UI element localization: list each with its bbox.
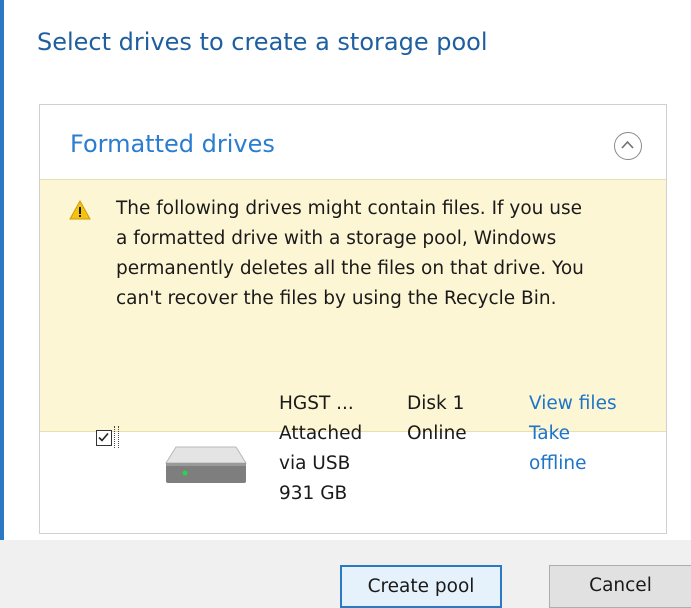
- warning-line: can't recover the files by using the Rec…: [116, 288, 557, 309]
- warning-message: The following drives might contain files…: [116, 194, 656, 314]
- dialog-title: Select drives to create a storage pool: [37, 28, 488, 56]
- drive-name: HGST ...: [279, 393, 354, 414]
- disk-number: Disk 1: [407, 393, 465, 414]
- warning-line: permanently deletes all the files on tha…: [116, 258, 584, 279]
- storage-pool-dialog: Select drives to create a storage pool F…: [0, 0, 691, 608]
- section-header[interactable]: Formatted drives: [40, 105, 666, 179]
- warning-line: The following drives might contain files…: [116, 198, 583, 219]
- section-title: Formatted drives: [70, 130, 275, 158]
- warning-triangle-icon: [69, 199, 91, 224]
- take-offline-line: Take: [529, 423, 571, 444]
- take-offline-line: offline: [529, 453, 587, 474]
- warning-line: a formatted drive with a storage pool, W…: [116, 228, 557, 249]
- drive-connection: Attached: [279, 423, 363, 444]
- actions-column: View files Take offline: [529, 389, 617, 479]
- window-border: [0, 0, 4, 608]
- drive-checkbox[interactable]: [96, 430, 112, 446]
- cancel-button[interactable]: Cancel: [549, 565, 691, 608]
- drive-connection: via USB: [279, 453, 351, 474]
- drive-size: 931 GB: [279, 483, 348, 504]
- hard-drive-icon: [162, 443, 250, 491]
- take-offline-link[interactable]: Take offline: [529, 419, 617, 479]
- create-pool-button[interactable]: Create pool: [340, 565, 502, 608]
- disk-column: Disk 1 Online: [407, 389, 467, 449]
- disk-status: Online: [407, 423, 467, 444]
- drive-name-column: HGST ... Attached via USB 931 GB: [279, 389, 362, 509]
- view-files-link[interactable]: View files: [529, 389, 617, 419]
- focus-indicator: [114, 426, 119, 448]
- chevron-up-circle-icon[interactable]: [614, 132, 642, 160]
